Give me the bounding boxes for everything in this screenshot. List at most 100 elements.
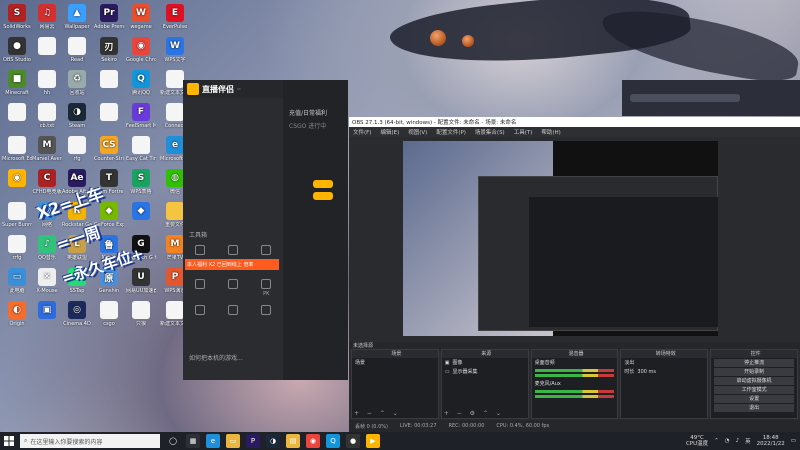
- source-item[interactable]: ▣ 图像: [442, 358, 528, 367]
- desktop-icon[interactable]: Q 腾讯QQ: [126, 70, 156, 96]
- desktop-icon[interactable]: Super Bunny Man: [2, 202, 32, 228]
- desktop-icon[interactable]: ♻ 回收站: [62, 70, 92, 96]
- desktop-icon[interactable]: hh: [32, 70, 62, 96]
- desktop-icon[interactable]: ✕ X-Mouse: [32, 268, 62, 294]
- settings-button[interactable]: 设置: [714, 395, 794, 403]
- taskbar-file-icon[interactable]: ▤: [286, 434, 300, 448]
- promo-banner[interactable]: 本人福利 X2 已回到线上 倍率: [185, 259, 279, 270]
- desktop-icon[interactable]: ■ Minecraft: [2, 70, 32, 96]
- notification-icon[interactable]: ▭: [791, 438, 796, 444]
- desktop-icon[interactable]: C CFHD电竞版: [32, 169, 62, 195]
- tool-item[interactable]: [255, 245, 277, 257]
- desktop-icon[interactable]: ◉ Google Chrome: [126, 37, 156, 63]
- volume-icon[interactable]: ♪: [736, 438, 740, 444]
- taskbar-widgets-icon[interactable]: ▦: [186, 434, 200, 448]
- desktop-icon[interactable]: S WPS表格: [126, 169, 156, 195]
- live-companion-window[interactable]: 直播伴侣 工具箱 本人福利 X2 已回到线上 倍率 PK 如何把本机的游戏...: [183, 80, 283, 380]
- desktop-icon[interactable]: rrfg: [2, 235, 32, 261]
- desktop-icon[interactable]: ◐ Origin: [2, 301, 32, 327]
- obs-menu-item[interactable]: 视图(V): [408, 128, 427, 136]
- desktop-icon[interactable]: ▣: [32, 301, 62, 321]
- desktop-icon[interactable]: csgo: [94, 301, 124, 327]
- obs-menu-item[interactable]: 编辑(E): [380, 128, 399, 136]
- taskbar-clock[interactable]: 18:48 2022/1/22: [757, 435, 785, 447]
- desktop-icon[interactable]: E EverPulse: [160, 4, 190, 30]
- desktop-icon[interactable]: Microsoft Edge: [2, 136, 32, 162]
- tool-item[interactable]: [189, 245, 211, 257]
- taskbar-live-icon[interactable]: ▶: [366, 434, 380, 448]
- tool-item[interactable]: [255, 305, 277, 317]
- desktop-icon[interactable]: ◉: [2, 169, 32, 189]
- chevron-up-icon[interactable]: ⌃: [714, 438, 719, 444]
- desktop-icon[interactable]: W WPS文字: [160, 37, 190, 63]
- scene-item[interactable]: 场景: [352, 358, 438, 367]
- ime-language[interactable]: 英: [745, 437, 751, 445]
- taskbar-premiere-icon[interactable]: P: [246, 434, 260, 448]
- taskbar-explorer-icon[interactable]: ▭: [226, 434, 240, 448]
- desktop-icon[interactable]: ◆: [126, 202, 156, 222]
- source-item[interactable]: ▭ 显示器采集: [442, 367, 528, 376]
- desktop-icon[interactable]: Easy Cat Timer: [126, 136, 156, 162]
- gaming-app-window[interactable]: [622, 80, 800, 116]
- stop-stream-button[interactable]: 停止推流: [714, 359, 794, 367]
- desktop-icon[interactable]: [94, 70, 124, 90]
- desktop-icon[interactable]: [94, 103, 124, 123]
- studio-mode-button[interactable]: 工作室模式: [714, 386, 794, 394]
- transition-type[interactable]: 淡出: [621, 358, 707, 367]
- desktop-icon[interactable]: ◆GeForce Experience: [94, 202, 124, 228]
- taskbar-chrome-icon[interactable]: ◉: [306, 434, 320, 448]
- obs-menu-item[interactable]: 配置文件(P): [436, 128, 466, 136]
- start-recording-button[interactable]: 开始录制: [714, 368, 794, 376]
- desktop-icon[interactable]: S SolidWorks: [2, 4, 32, 30]
- desktop-icon[interactable]: Pr Adobe Premiere: [94, 4, 124, 30]
- desktop-icon[interactable]: F FeelSmart Motion: [126, 103, 156, 129]
- taskbar-obs-icon[interactable]: ●: [346, 434, 360, 448]
- tool-item[interactable]: [222, 245, 244, 257]
- desktop-icon[interactable]: ● OBS Studio: [2, 37, 32, 63]
- desktop-icon[interactable]: rfg: [62, 136, 92, 162]
- taskbar-search[interactable]: ⌕ 在这里输入你要搜索的内容: [20, 434, 160, 448]
- desktop-icon[interactable]: [2, 103, 32, 123]
- network-icon[interactable]: ◔: [725, 438, 730, 444]
- taskbar-steam-icon[interactable]: ◑: [266, 434, 280, 448]
- desktop-icon[interactable]: M Marvel Avenger: [32, 136, 62, 162]
- desktop-icon[interactable]: CS Counter-Strike Global: [94, 136, 124, 162]
- desktop-icon[interactable]: ▲ Wallpaper: [62, 4, 92, 30]
- tool-item[interactable]: PK: [255, 279, 277, 297]
- desktop-icon[interactable]: Read: [62, 37, 92, 63]
- desktop-icon[interactable]: ◑ Steam: [62, 103, 92, 129]
- cpu-temp-widget[interactable]: 49°C CPU温度: [686, 435, 708, 447]
- desktop-icon[interactable]: ♫ 网易云: [32, 4, 62, 30]
- obs-menu-item[interactable]: 帮助(H): [541, 128, 560, 136]
- desktop-icon[interactable]: U 网易UU加速器: [126, 268, 156, 294]
- taskbar-qq-icon[interactable]: Q: [326, 434, 340, 448]
- exit-button[interactable]: 退出: [714, 404, 794, 412]
- taskbar-edge-icon[interactable]: e: [206, 434, 220, 448]
- desktop-icon[interactable]: Wwegame: [126, 4, 156, 30]
- desktop-icon[interactable]: ◎ Cinema 4D: [62, 301, 92, 327]
- desktop-icon[interactable]: 刃 Sekiro: [94, 37, 124, 63]
- obs-menu-item[interactable]: 场景集合(S): [475, 128, 505, 136]
- sources-footer[interactable]: + − ⚙ ⌃ ⌄: [444, 410, 504, 417]
- obs-window[interactable]: OBS 27.1.3 (64-bit, windows) - 配置文件: 未命名…: [349, 117, 800, 432]
- desktop-icon[interactable]: [32, 37, 62, 57]
- task-view-icon[interactable]: ◯: [166, 434, 180, 448]
- obs-menu-item[interactable]: 文件(F): [353, 128, 371, 136]
- virtual-camera-button[interactable]: 启动虚拟摄像机: [714, 377, 794, 385]
- tool-item[interactable]: [222, 305, 244, 317]
- tool-item[interactable]: [189, 305, 211, 317]
- scenes-footer[interactable]: + − ⌃ ⌄: [354, 410, 401, 417]
- transition-type-value: 淡出: [624, 360, 635, 366]
- side-panel-button[interactable]: [313, 180, 333, 188]
- desktop-icon[interactable]: ▭ 此电脑: [2, 268, 32, 294]
- desktop-icon[interactable]: 只狼: [126, 301, 156, 327]
- obs-menu-item[interactable]: 工具(T): [514, 128, 533, 136]
- side-panel-button[interactable]: [313, 192, 333, 200]
- desktop-icon[interactable]: cb.txt: [32, 103, 62, 129]
- live-app-help-text[interactable]: 如何把本机的游戏...: [189, 353, 243, 362]
- start-button[interactable]: [0, 432, 18, 450]
- tool-item[interactable]: [222, 279, 244, 297]
- tool-item[interactable]: [189, 279, 211, 297]
- transition-duration[interactable]: 时长 300 ms: [621, 367, 707, 376]
- obs-preview[interactable]: [403, 141, 718, 336]
